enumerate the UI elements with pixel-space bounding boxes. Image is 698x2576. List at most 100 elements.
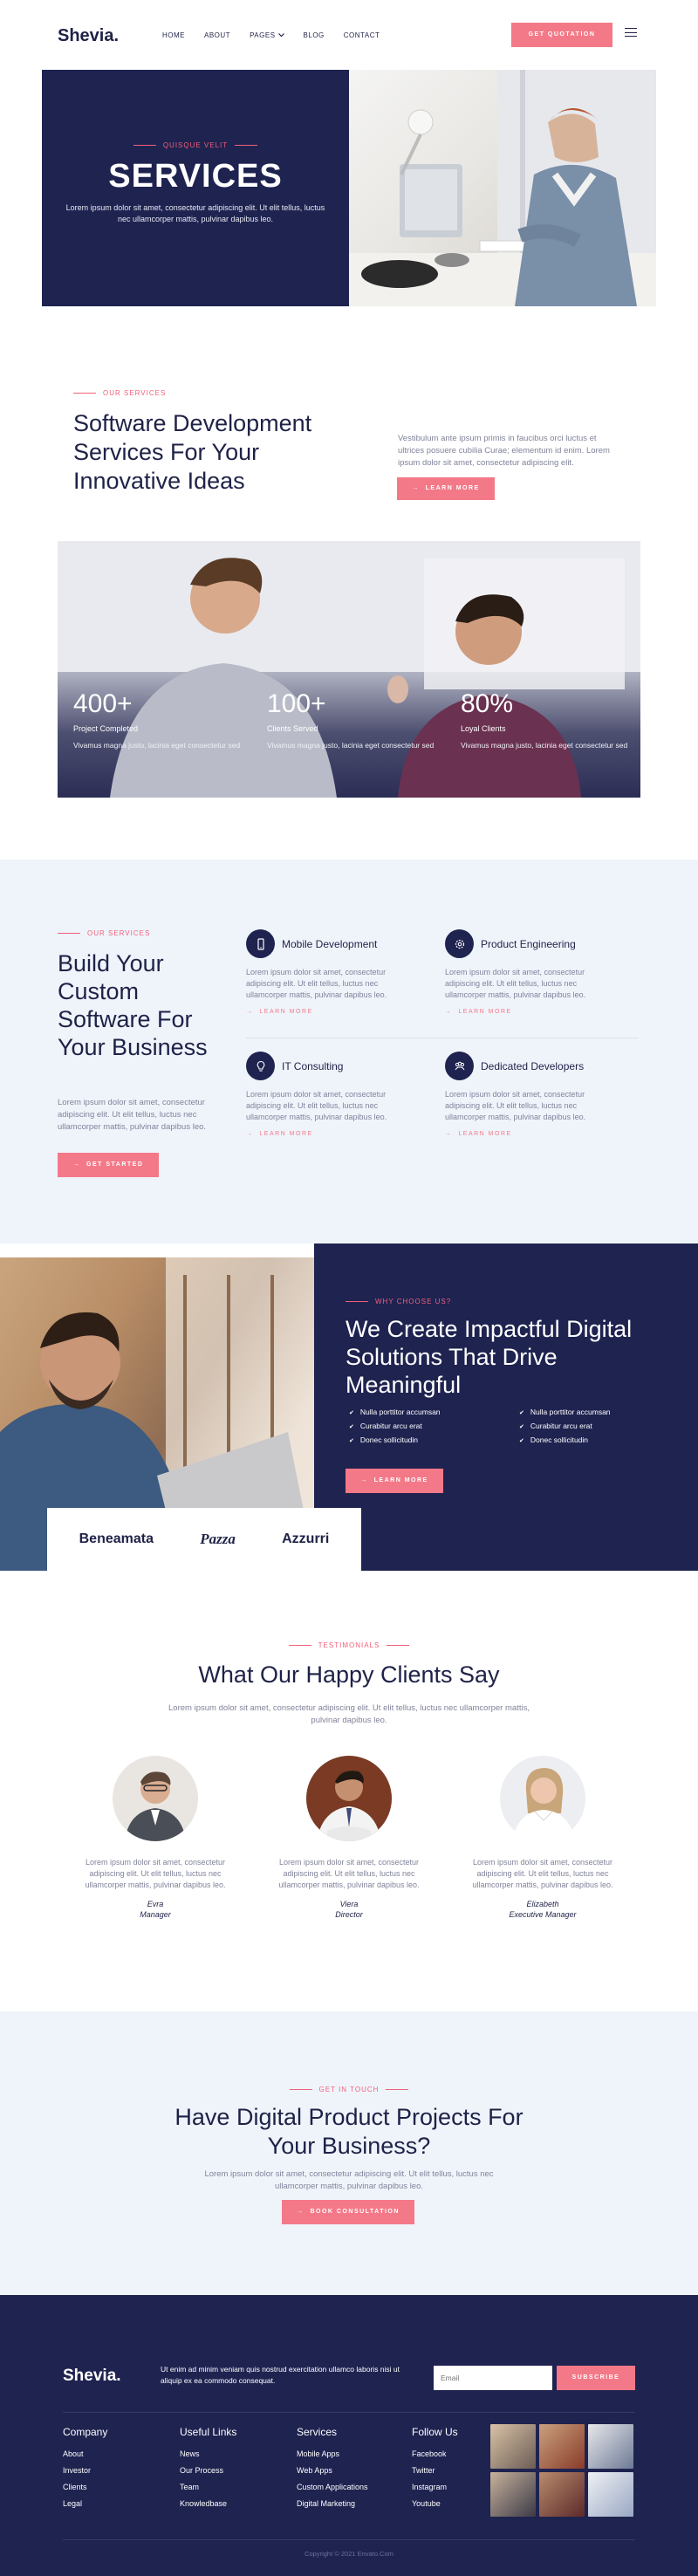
email-field[interactable] bbox=[434, 2366, 552, 2390]
stat-value: 100+ bbox=[267, 689, 326, 718]
services-text: Lorem ipsum dolor sit amet, consectetur … bbox=[58, 1098, 207, 1132]
hero-eyebrow: QUISQUE VELIT bbox=[42, 141, 349, 149]
gallery-thumbnail[interactable] bbox=[539, 2424, 585, 2469]
service-desc: Lorem ipsum dolor sit amet, consectetur … bbox=[445, 1090, 586, 1121]
nav-item-contact[interactable]: CONTACT bbox=[344, 31, 380, 39]
services-title: Build Your Custom Software For Your Busi… bbox=[58, 950, 208, 1060]
check-item: Donec sollicitudin bbox=[349, 1435, 519, 1444]
nav-item-pages[interactable]: PAGES bbox=[250, 31, 284, 39]
footer-divider bbox=[63, 2412, 635, 2413]
footer-bottom-divider bbox=[63, 2539, 635, 2540]
footer-link[interactable]: About bbox=[63, 2449, 168, 2458]
footer-link[interactable]: Investor bbox=[63, 2466, 168, 2475]
why-section: WHY CHOOSE US? We Create Impactful Digit… bbox=[0, 1243, 698, 1571]
footer-link[interactable]: Legal bbox=[63, 2499, 168, 2508]
copyright: Copyright © 2021 Envato.Com bbox=[305, 2550, 393, 2558]
page-title: SERVICES bbox=[108, 158, 283, 195]
footer-link[interactable]: Digital Marketing bbox=[297, 2499, 401, 2508]
footer-link[interactable]: Team bbox=[180, 2483, 284, 2491]
stat-value: 80% bbox=[461, 689, 514, 718]
gallery-thumbnail[interactable] bbox=[588, 2472, 633, 2517]
service-name: IT Consulting bbox=[282, 1059, 344, 1072]
stat-label: Project Completed bbox=[73, 724, 139, 733]
check-item: Nulla porttitor accumsan bbox=[349, 1408, 519, 1416]
contact-cta-section: GET IN TOUCH Have Digital Product Projec… bbox=[0, 2011, 698, 2295]
book-consultation-button[interactable]: → BOOK CONSULTATION bbox=[282, 2200, 414, 2224]
footer-link[interactable]: Web Apps bbox=[297, 2466, 401, 2475]
intro-section: OUR SERVICES Software Development Servic… bbox=[0, 306, 698, 860]
hero-subtitle: Lorem ipsum dolor sit amet, consectetur … bbox=[65, 203, 325, 223]
get-quotation-button[interactable]: GET QUOTATION bbox=[511, 23, 612, 47]
service-learn-more-link[interactable]: → LEARN MORE bbox=[445, 1131, 619, 1137]
why-title: We Create Impactful Digital Solutions Th… bbox=[346, 1316, 633, 1398]
intro-title: Software Development Services For Your I… bbox=[73, 410, 312, 494]
footer-logo[interactable]: Shevia. bbox=[63, 2367, 121, 2386]
nav-item-home[interactable]: HOME bbox=[162, 31, 185, 39]
contact-eyebrow-text: GET IN TOUCH bbox=[318, 2086, 380, 2093]
team-photo: 400+ Project Completed Vivamus magna jus… bbox=[58, 541, 640, 798]
feature-checklist: Nulla porttitor accumsan Nulla porttitor… bbox=[349, 1408, 663, 1444]
footer-column-title: Company bbox=[63, 2426, 108, 2438]
footer-text: Ut enim ad minim veniam quis nostrud exe… bbox=[161, 2365, 400, 2385]
intro-eyebrow: OUR SERVICES bbox=[73, 389, 166, 397]
service-desc: Lorem ipsum dolor sit amet, consectetur … bbox=[246, 968, 387, 999]
contact-subtitle: Lorem ipsum dolor sit amet, consectetur … bbox=[204, 2169, 494, 2191]
footer-link[interactable]: Custom Applications bbox=[297, 2483, 401, 2491]
footer-link[interactable]: News bbox=[180, 2449, 284, 2458]
service-desc: Lorem ipsum dolor sit amet, consectetur … bbox=[246, 1090, 387, 1121]
stat-desc: Vivamus magna justo, lacinia eget consec… bbox=[267, 741, 435, 750]
check-item: Donec sollicitudin bbox=[519, 1435, 659, 1444]
gallery-thumbnail[interactable] bbox=[539, 2472, 585, 2517]
menu-icon[interactable] bbox=[625, 28, 637, 37]
get-started-label: GET STARTED bbox=[86, 1161, 144, 1168]
stat-label: Clients Served bbox=[267, 724, 318, 733]
footer-link[interactable]: Knowledbase bbox=[180, 2499, 284, 2508]
service-learn-more-label: LEARN MORE bbox=[458, 1009, 512, 1015]
service-card-engineering: Product Engineering Lorem ipsum dolor si… bbox=[445, 929, 619, 1015]
testimonial-quote: Lorem ipsum dolor sit amet, consectetur … bbox=[472, 1858, 613, 1889]
testimonial-quote: Lorem ipsum dolor sit amet, consectetur … bbox=[85, 1858, 226, 1889]
footer-link[interactable]: Clients bbox=[63, 2483, 168, 2491]
get-started-button[interactable]: → GET STARTED bbox=[58, 1153, 159, 1177]
footer-link[interactable]: Our Process bbox=[180, 2466, 284, 2475]
service-learn-more-label: LEARN MORE bbox=[458, 1131, 512, 1137]
avatar bbox=[500, 1756, 585, 1841]
testimonials-section: TESTIMONIALS What Our Happy Clients Say … bbox=[0, 1571, 698, 2011]
service-learn-more-link[interactable]: → LEARN MORE bbox=[445, 1009, 619, 1015]
testimonials-eyebrow-text: TESTIMONIALS bbox=[318, 1641, 380, 1649]
gallery-thumbnail[interactable] bbox=[490, 2424, 536, 2469]
service-learn-more-link[interactable]: → LEARN MORE bbox=[246, 1131, 421, 1137]
gallery-thumbnail[interactable] bbox=[588, 2424, 633, 2469]
site-logo[interactable]: Shevia. bbox=[58, 26, 119, 46]
intro-eyebrow-text: OUR SERVICES bbox=[103, 389, 167, 397]
client-logos: Beneamata Pazza Azzurri bbox=[47, 1508, 361, 1571]
testimonial-role: Executive Manager bbox=[509, 1910, 577, 1919]
footer-column-title: Services bbox=[297, 2426, 338, 2438]
service-card-mobile: Mobile Development Lorem ipsum dolor sit… bbox=[246, 929, 421, 1015]
service-learn-more-label: LEARN MORE bbox=[259, 1131, 313, 1137]
team-icon bbox=[445, 1052, 474, 1080]
site-footer: Shevia. Ut enim ad minim veniam quis nos… bbox=[0, 2295, 698, 2576]
learn-more-button[interactable]: → LEARN MORE bbox=[397, 477, 495, 500]
testimonial-name: Evra bbox=[147, 1900, 164, 1908]
gallery-thumbnail[interactable] bbox=[490, 2472, 536, 2517]
intro-text: Vestibulum ante ipsum primis in faucibus… bbox=[398, 434, 610, 468]
nav-item-about[interactable]: ABOUT bbox=[204, 31, 230, 39]
why-learn-more-button[interactable]: → LEARN MORE bbox=[346, 1469, 443, 1493]
contact-title: Have Digital Product Projects For Your B… bbox=[0, 2103, 698, 2161]
avatar bbox=[306, 1756, 392, 1841]
subscribe-button[interactable]: SUBSCRIBE bbox=[557, 2366, 635, 2390]
service-desc: Lorem ipsum dolor sit amet, consectetur … bbox=[445, 968, 586, 999]
check-item: Curabitur arcu erat bbox=[349, 1422, 519, 1430]
stat-projects: 400+ Project Completed Vivamus magna jus… bbox=[73, 689, 248, 750]
service-learn-more-link[interactable]: → LEARN MORE bbox=[246, 1009, 421, 1015]
footer-column-services: Services Mobile Apps Web Apps Custom App… bbox=[297, 2426, 401, 2516]
nav-item-blog[interactable]: BLOG bbox=[304, 31, 325, 39]
mobile-icon bbox=[246, 929, 275, 958]
testimonial-card: Lorem ipsum dolor sit amet, consectetur … bbox=[455, 1756, 630, 1919]
gear-icon bbox=[445, 929, 474, 958]
hero-eyebrow-text: QUISQUE VELIT bbox=[162, 141, 229, 149]
testimonial-quote: Lorem ipsum dolor sit amet, consectetur … bbox=[278, 1858, 420, 1889]
check-item: Curabitur arcu erat bbox=[519, 1422, 659, 1430]
footer-link[interactable]: Mobile Apps bbox=[297, 2449, 401, 2458]
